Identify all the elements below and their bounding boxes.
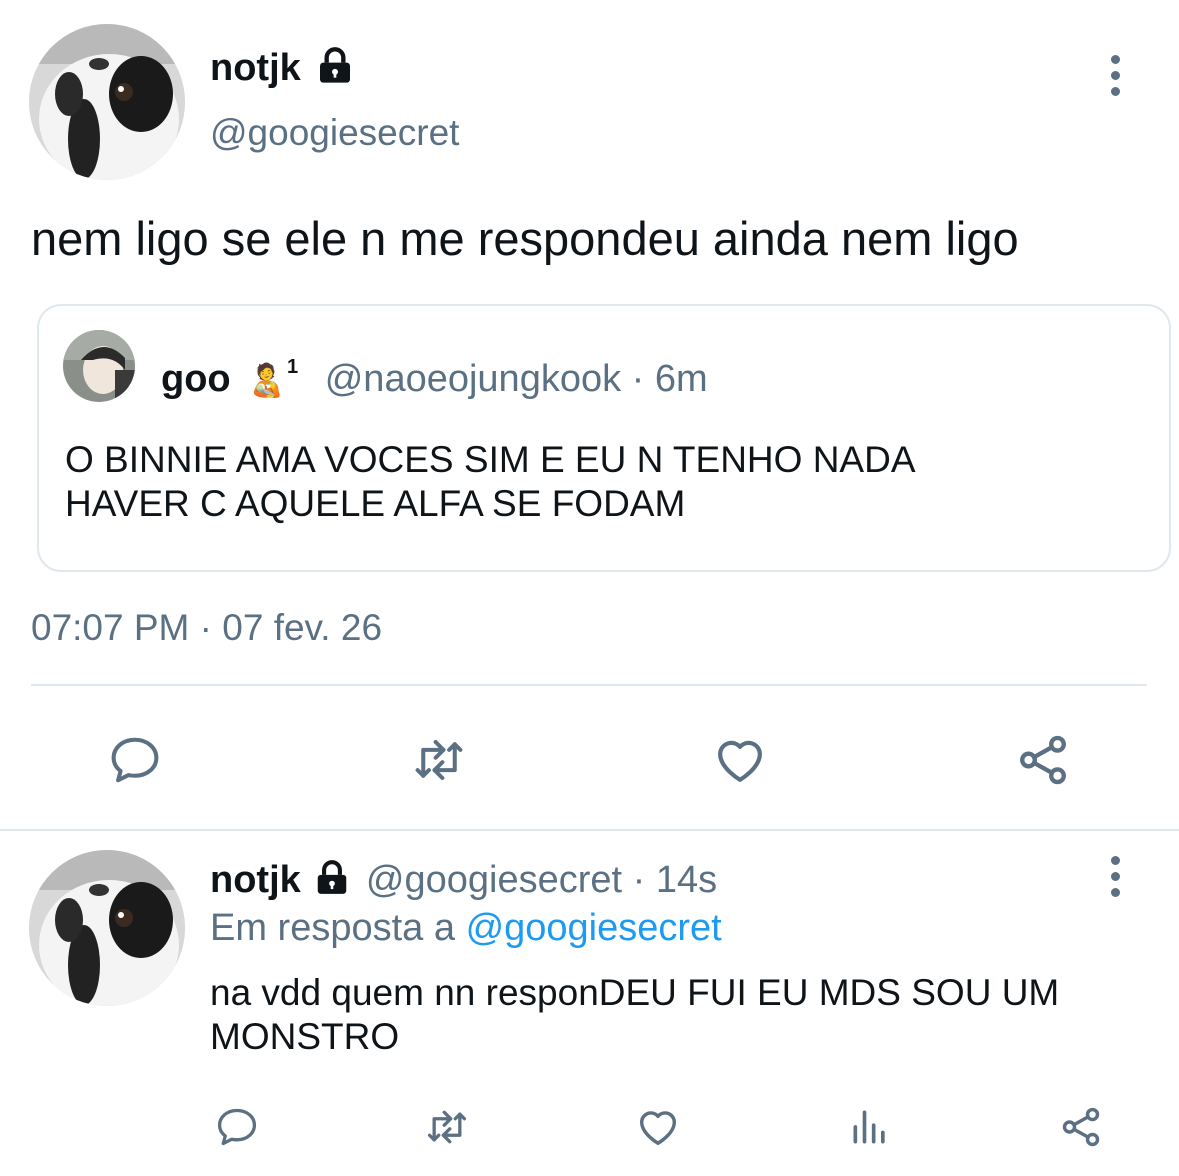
quoted-text: O BINNIE AMA VOCES SIM E EU N TENHO NADA… <box>65 438 916 526</box>
share-icon[interactable] <box>1008 728 1078 792</box>
reply-to-link[interactable]: @googiesecret <box>466 907 722 949</box>
quoted-tweet-card[interactable]: goo 🧑‍🍼1 @naoeojungkook · 6m O BINNIE AM… <box>37 304 1171 572</box>
lock-icon <box>318 860 347 894</box>
author-name: notjk <box>210 47 301 89</box>
section-divider <box>0 829 1179 831</box>
retweet-icon[interactable] <box>404 728 474 792</box>
reply-author-row: notjk @googiesecret · 14s <box>210 856 717 904</box>
bunny-avatar-image <box>29 850 185 1006</box>
reply-text: na vdd quem nn responDEU FUI EU MDS SOU … <box>210 971 1059 1059</box>
quoted-time: 6m <box>654 358 708 400</box>
quoted-avatar-image <box>63 330 135 402</box>
heart-icon[interactable] <box>705 728 775 792</box>
quoted-separator: · <box>631 358 645 400</box>
avatar[interactable] <box>29 24 185 180</box>
reply-author-name: notjk <box>210 859 301 901</box>
quoted-author-emoji: 🧑‍🍼 <box>247 362 288 398</box>
tweet-time-separator: · <box>199 607 212 648</box>
divider <box>31 684 1147 686</box>
author-name-row: notjk <box>210 44 355 92</box>
reply-retweet-icon[interactable] <box>420 1100 474 1154</box>
quoted-author-row: goo 🧑‍🍼1 @naoeojungkook · 6m <box>161 344 708 403</box>
tweet-time: 07:07 PM <box>31 607 190 648</box>
tweet-date: 07 fev. 26 <box>222 607 383 648</box>
reply-reply-icon[interactable] <box>210 1100 264 1154</box>
lock-icon <box>320 47 351 83</box>
analytics-icon[interactable] <box>843 1100 897 1154</box>
author-handle[interactable]: @googiesecret <box>210 110 459 156</box>
reply-text-line-1: na vdd quem nn responDEU FUI EU MDS SOU … <box>210 972 1060 1013</box>
reply-prefix: Em resposta a <box>210 907 455 949</box>
reply-author-handle: @googiesecret <box>365 859 623 901</box>
quoted-text-line-2: HAVER C AQUELE ALFA SE FODAM <box>65 483 686 524</box>
reply-icon[interactable] <box>100 728 170 792</box>
quoted-author-handle: @naoeojungkook <box>324 358 622 400</box>
quoted-author-superscript: 1 <box>287 356 299 378</box>
quoted-text-line-1: O BINNIE AMA VOCES SIM E EU N TENHO NADA <box>65 439 916 480</box>
quoted-author-name: goo <box>161 358 231 400</box>
reply-text-line-2: MONSTRO <box>210 1016 400 1057</box>
reply-context: Em resposta a @googiesecret <box>210 905 722 951</box>
reply-heart-icon[interactable] <box>631 1100 685 1154</box>
more-vertical-icon[interactable] <box>1095 45 1135 105</box>
tweet-text: nem ligo se ele n me respondeu ainda nem… <box>31 212 1019 265</box>
tweet-timestamp[interactable]: 07:07 PM · 07 fev. 26 <box>31 605 382 651</box>
reply-separator: · <box>632 859 646 901</box>
reply-avatar[interactable] <box>29 850 185 1006</box>
reply-more-vertical-icon[interactable] <box>1095 846 1135 906</box>
reply-time: 14s <box>655 859 718 901</box>
bunny-avatar-image <box>29 24 185 180</box>
quoted-avatar <box>63 330 135 402</box>
reply-share-icon[interactable] <box>1054 1100 1108 1154</box>
